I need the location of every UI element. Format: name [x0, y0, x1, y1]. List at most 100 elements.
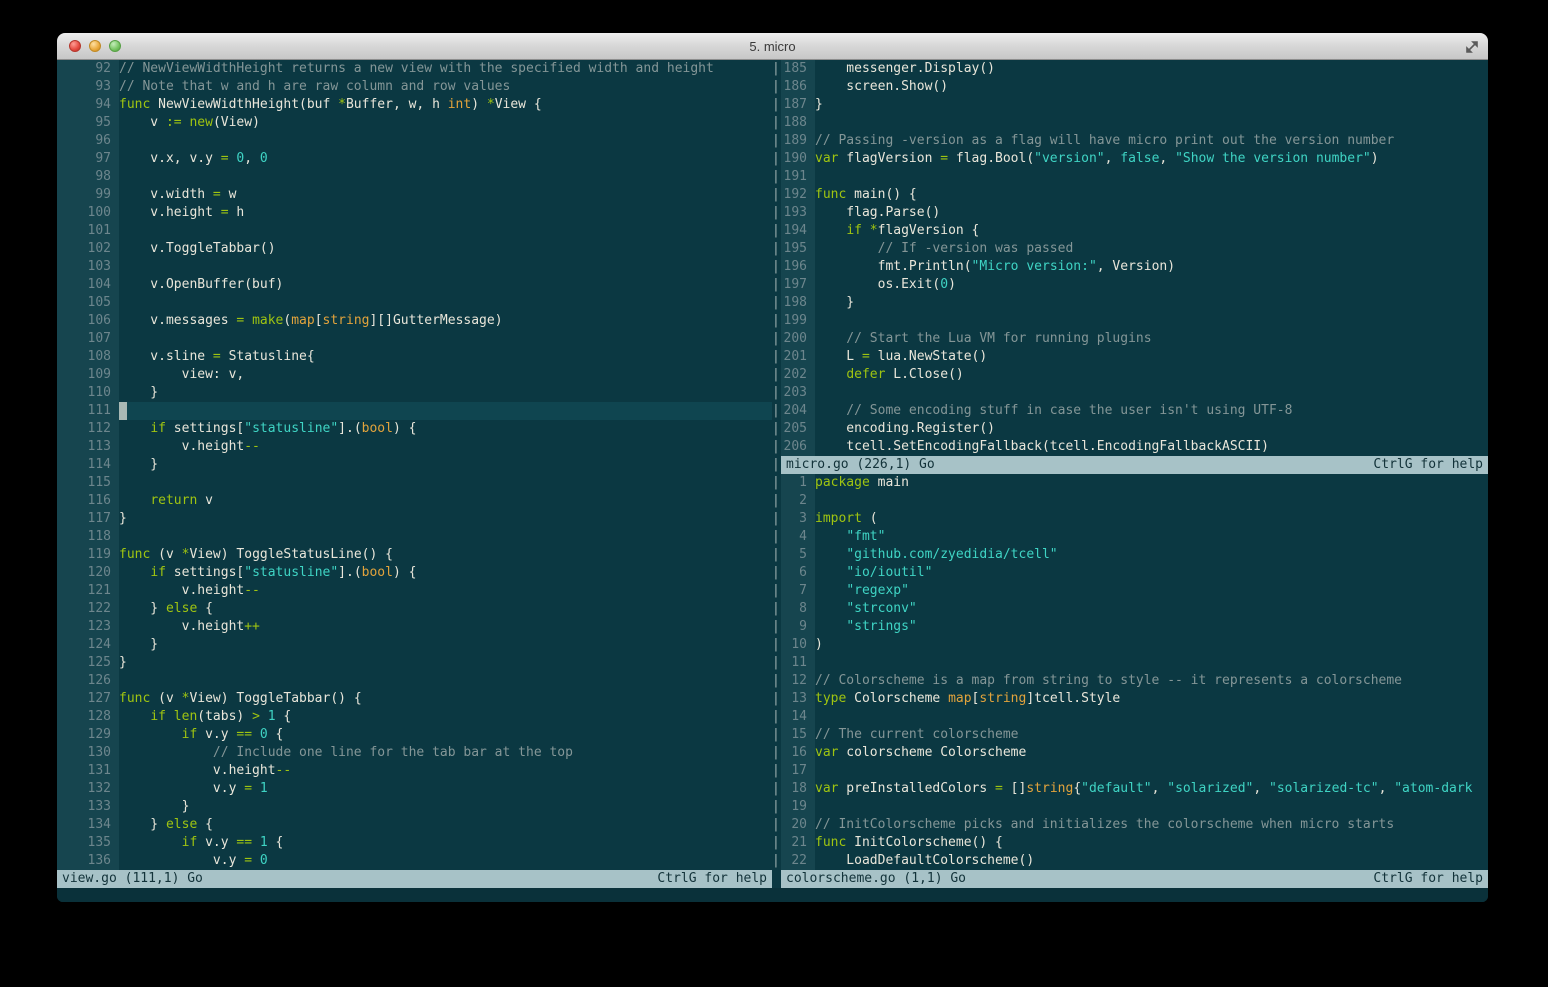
window-titlebar[interactable]: 5. micro [57, 33, 1488, 60]
code-text[interactable]: } [815, 96, 1488, 114]
code-line[interactable]: 13 type Colorscheme map[string]tcell.Styl… [781, 690, 1488, 708]
code-text[interactable]: if settings["statusline"].(bool) { [119, 420, 772, 438]
code-text[interactable]: func main() { [815, 186, 1488, 204]
code-text[interactable]: // NewViewWidthHeight returns a new view… [119, 60, 772, 78]
zoom-button[interactable] [109, 40, 121, 52]
code-text[interactable]: LoadDefaultColorscheme() [815, 852, 1488, 870]
code-text[interactable]: v.height-- [119, 438, 772, 456]
code-line[interactable]: 109 view: v, [57, 366, 772, 384]
code-text[interactable]: var colorscheme Colorscheme [815, 744, 1488, 762]
code-text[interactable]: func (v *View) ToggleStatusLine() { [119, 546, 772, 564]
code-line[interactable]: 117} [57, 510, 772, 528]
code-text[interactable]: if *flagVersion { [815, 222, 1488, 240]
code-line[interactable]: 98 [57, 168, 772, 186]
code-text[interactable]: // Some encoding stuff in case the user … [815, 402, 1488, 420]
editor-pane-micro-go[interactable]: 185 messenger.Display() 186 screen.Show()… [781, 60, 1488, 456]
code-line[interactable]: 206 tcell.SetEncodingFallback(tcell.Enco… [781, 438, 1488, 456]
code-line[interactable]: 8 "strconv" [781, 600, 1488, 618]
code-text[interactable]: L = lua.NewState() [815, 348, 1488, 366]
code-line[interactable]: 93// Note that w and h are raw column an… [57, 78, 772, 96]
code-text[interactable]: type Colorscheme map[string]tcell.Style [815, 690, 1488, 708]
code-line[interactable]: 187} [781, 96, 1488, 114]
code-line[interactable]: 194 if *flagVersion { [781, 222, 1488, 240]
code-line[interactable]: 111 [57, 402, 772, 420]
code-text[interactable] [119, 168, 772, 186]
code-text[interactable]: // The current colorscheme [815, 726, 1488, 744]
code-text[interactable]: } [119, 654, 772, 672]
code-text[interactable]: var preInstalledColors = []string{"defau… [815, 780, 1488, 798]
code-text[interactable] [815, 168, 1488, 186]
code-text[interactable] [119, 402, 772, 420]
code-text[interactable]: func NewViewWidthHeight(buf *Buffer, w, … [119, 96, 772, 114]
code-line[interactable]: 205 encoding.Register() [781, 420, 1488, 438]
code-text[interactable] [815, 762, 1488, 780]
code-line[interactable]: 5 "github.com/zyedidia/tcell" [781, 546, 1488, 564]
code-line[interactable]: 14 [781, 708, 1488, 726]
code-line[interactable]: 12// Colorscheme is a map from string to… [781, 672, 1488, 690]
code-text[interactable]: // If -version was passed [815, 240, 1488, 258]
code-line[interactable]: 202 defer L.Close() [781, 366, 1488, 384]
code-line[interactable]: 114 } [57, 456, 772, 474]
code-line[interactable]: 128 if len(tabs) > 1 { [57, 708, 772, 726]
code-text[interactable]: // Note that w and h are raw column and … [119, 78, 772, 96]
code-text[interactable]: "strconv" [815, 600, 1488, 618]
fullscreen-expand-icon[interactable] [1464, 39, 1480, 55]
code-text[interactable] [815, 492, 1488, 510]
code-line[interactable]: 125} [57, 654, 772, 672]
code-text[interactable]: package main [815, 474, 1488, 492]
code-text[interactable]: view: v, [119, 366, 772, 384]
code-text[interactable]: } else { [119, 600, 772, 618]
code-line[interactable]: 17 [781, 762, 1488, 780]
code-line[interactable]: 20// InitColorscheme picks and initializ… [781, 816, 1488, 834]
code-line[interactable]: 122 } else { [57, 600, 772, 618]
code-text[interactable]: // InitColorscheme picks and initializes… [815, 816, 1488, 834]
code-text[interactable] [815, 312, 1488, 330]
code-line[interactable]: 113 v.height-- [57, 438, 772, 456]
code-text[interactable]: // Include one line for the tab bar at t… [119, 744, 772, 762]
code-text[interactable] [815, 114, 1488, 132]
code-text[interactable]: v.width = w [119, 186, 772, 204]
code-line[interactable]: 107 [57, 330, 772, 348]
code-text[interactable]: func InitColorscheme() { [815, 834, 1488, 852]
code-text[interactable]: fmt.Println("Micro version:", Version) [815, 258, 1488, 276]
code-line[interactable]: 130 // Include one line for the tab bar … [57, 744, 772, 762]
code-text[interactable]: // Start the Lua VM for running plugins [815, 330, 1488, 348]
code-text[interactable] [119, 294, 772, 312]
code-text[interactable]: v.height-- [119, 582, 772, 600]
code-text[interactable]: os.Exit(0) [815, 276, 1488, 294]
code-text[interactable]: "fmt" [815, 528, 1488, 546]
code-text[interactable]: if v.y == 1 { [119, 834, 772, 852]
code-text[interactable] [119, 330, 772, 348]
code-line[interactable]: 135 if v.y == 1 { [57, 834, 772, 852]
code-text[interactable]: var flagVersion = flag.Bool("version", f… [815, 150, 1488, 168]
code-text[interactable] [119, 474, 772, 492]
code-text[interactable]: screen.Show() [815, 78, 1488, 96]
code-line[interactable]: 186 screen.Show() [781, 78, 1488, 96]
code-text[interactable]: v.OpenBuffer(buf) [119, 276, 772, 294]
code-line[interactable]: 15// The current colorscheme [781, 726, 1488, 744]
code-text[interactable]: v.height = h [119, 204, 772, 222]
code-line[interactable]: 102 v.ToggleTabbar() [57, 240, 772, 258]
code-line[interactable]: 134 } else { [57, 816, 772, 834]
code-line[interactable]: 120 if settings["statusline"].(bool) { [57, 564, 772, 582]
code-text[interactable]: v := new(View) [119, 114, 772, 132]
code-line[interactable]: 95 v := new(View) [57, 114, 772, 132]
code-line[interactable]: 101 [57, 222, 772, 240]
code-text[interactable] [119, 132, 772, 150]
code-text[interactable]: import ( [815, 510, 1488, 528]
code-line[interactable]: 129 if v.y == 0 { [57, 726, 772, 744]
code-line[interactable]: 195 // If -version was passed [781, 240, 1488, 258]
code-text[interactable]: v.ToggleTabbar() [119, 240, 772, 258]
code-text[interactable]: func (v *View) ToggleTabbar() { [119, 690, 772, 708]
code-line[interactable]: 121 v.height-- [57, 582, 772, 600]
code-text[interactable]: if len(tabs) > 1 { [119, 708, 772, 726]
code-line[interactable]: 196 fmt.Println("Micro version:", Versio… [781, 258, 1488, 276]
code-text[interactable] [119, 222, 772, 240]
code-text[interactable]: ) [815, 636, 1488, 654]
code-line[interactable]: 18 var preInstalledColors = []string{"def… [781, 780, 1488, 798]
code-text[interactable]: v.x, v.y = 0, 0 [119, 150, 772, 168]
code-line[interactable]: 203 [781, 384, 1488, 402]
code-line[interactable]: 191 [781, 168, 1488, 186]
code-text[interactable]: return v [119, 492, 772, 510]
close-button[interactable] [69, 40, 81, 52]
